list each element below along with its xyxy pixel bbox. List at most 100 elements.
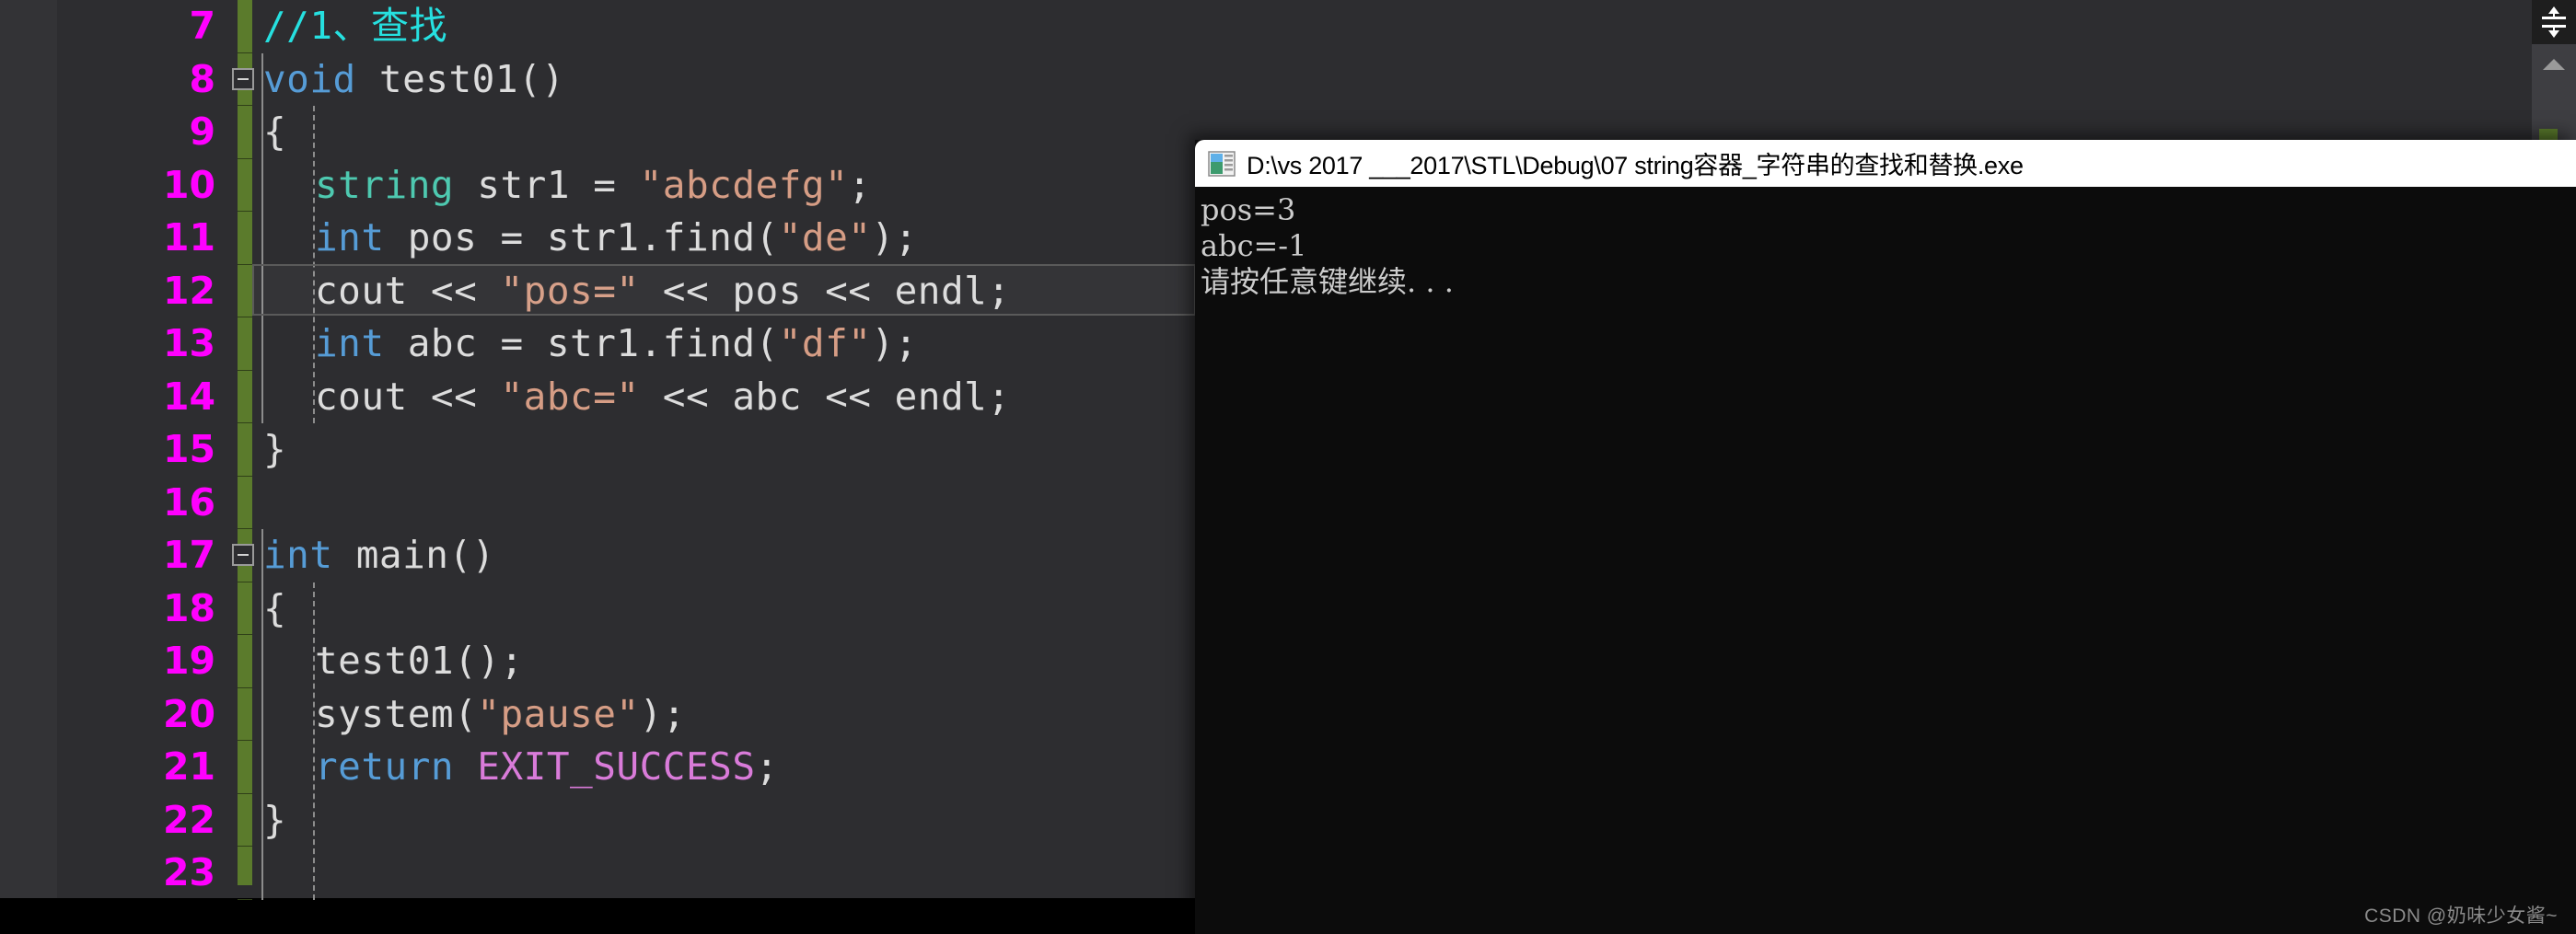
change-bar-segment: [238, 317, 252, 371]
code-token: main(): [332, 533, 495, 577]
console-window[interactable]: D:\vs 2017 ___2017\STL\Debug\07 string容器…: [1195, 140, 2576, 934]
code-token: cout <<: [315, 374, 501, 419]
change-bar-segment: [238, 794, 252, 847]
code-token: abc = str1.find(: [384, 321, 779, 365]
console-output[interactable]: pos=3 abc=-1 请按任意键继续. . .: [1195, 187, 2576, 934]
line-number: 15: [162, 427, 215, 471]
code-token: "de": [778, 215, 872, 259]
code-line[interactable]: //1、查找: [252, 0, 2576, 53]
change-bar-segment: [238, 741, 252, 794]
change-indicator-bar: [238, 0, 252, 900]
line-number: 22: [162, 797, 215, 842]
code-fold-toggle[interactable]: [232, 67, 254, 90]
code-token: pos = str1.find(: [384, 215, 779, 259]
block-structure-guide: [261, 52, 263, 423]
block-structure-guide: [261, 529, 263, 900]
code-token: str1 =: [454, 162, 640, 207]
scroll-up-arrow-icon: [2543, 59, 2565, 70]
line-number: 7: [189, 4, 215, 48]
line-number: 9: [189, 110, 215, 154]
code-line-text: void test01(): [252, 53, 564, 107]
code-fold-toggle[interactable]: [232, 544, 254, 566]
change-bar-segment: [238, 371, 252, 423]
change-bar-segment: [238, 847, 252, 900]
screenshot-root: 7 8 9 10 11 12 13 14 15 16 17 18 19 20 21 22 23 //1、查找 vo…: [0, 0, 2576, 934]
console-titlebar[interactable]: D:\vs 2017 ___2017\STL\Debug\07 string容器…: [1195, 140, 2576, 187]
line-number: 14: [162, 374, 215, 419]
console-window-title: D:\vs 2017 ___2017\STL\Debug\07 string容器…: [1247, 152, 2024, 179]
code-token: int: [263, 533, 333, 577]
code-token: "df": [778, 321, 872, 365]
code-token: EXIT_SUCCESS: [477, 744, 756, 789]
code-token: "pause": [477, 691, 640, 736]
code-token: }: [263, 797, 287, 842]
code-token: );: [639, 691, 686, 736]
code-token: test01();: [315, 639, 524, 683]
split-view-icon: [2542, 6, 2566, 38]
change-bar-segment: [238, 582, 252, 635]
code-token: {: [263, 110, 287, 154]
line-number: 16: [162, 479, 215, 525]
change-bar-segment: [238, 212, 252, 265]
watermark: CSDN @奶味少女酱~: [2364, 905, 2558, 927]
line-number: 11: [162, 215, 215, 259]
line-number: 21: [162, 744, 215, 789]
change-bar-segment: [238, 265, 252, 317]
change-bar-segment: [238, 423, 252, 477]
code-token: << abc << endl;: [639, 374, 1011, 419]
code-token: cout <<: [315, 268, 501, 313]
code-line-text: system("pause");: [304, 688, 686, 742]
editor-left-margin: [0, 0, 57, 898]
code-token: ;: [755, 744, 779, 789]
code-line-text: int pos = str1.find("de");: [304, 212, 918, 265]
code-token: //1、查找: [263, 4, 448, 48]
line-number: 10: [162, 162, 215, 207]
line-number: 23: [162, 850, 215, 894]
code-line-text: {: [252, 582, 286, 636]
console-output-line: 请按任意键继续. . .: [1201, 264, 1454, 299]
code-line-text: test01();: [304, 635, 524, 688]
code-line-text: }: [252, 794, 286, 848]
code-token: return: [315, 744, 455, 789]
code-token: << pos << endl;: [639, 268, 1011, 313]
code-token: {: [263, 585, 287, 630]
line-number: 12: [162, 268, 215, 313]
change-bar-segment: [238, 635, 252, 688]
change-bar-segment: [238, 477, 252, 529]
code-token: }: [263, 427, 287, 471]
code-line-text: //1、查找: [252, 0, 447, 53]
indent-guide: [313, 106, 315, 423]
code-token: int: [315, 215, 385, 259]
code-line-text: [252, 477, 263, 530]
console-output-line: abc=-1: [1201, 228, 1307, 263]
line-number: 18: [162, 585, 215, 630]
line-number: 13: [162, 321, 215, 365]
code-token: );: [871, 215, 918, 259]
code-line-text: cout << "abc=" << abc << endl;: [304, 371, 1011, 424]
code-line-text: return EXIT_SUCCESS;: [304, 741, 779, 794]
line-number-gutter: 7 8 9 10 11 12 13 14 15 16 17 18 19 20 21 22 23: [57, 0, 238, 898]
code-line-text: }: [252, 423, 286, 477]
code-token: );: [871, 321, 918, 365]
line-number: 20: [162, 691, 215, 736]
code-token: system(: [315, 691, 478, 736]
change-bar-segment: [238, 688, 252, 741]
scroll-up-button[interactable]: [2532, 44, 2576, 85]
split-view-button[interactable]: [2532, 0, 2576, 44]
code-token: int: [315, 321, 385, 365]
line-number: 8: [189, 56, 215, 101]
code-token: "abcdefg": [639, 162, 849, 207]
code-line[interactable]: void test01(): [232, 53, 2576, 107]
code-token: ;: [848, 162, 872, 207]
code-token: void: [263, 56, 356, 101]
change-bar-segment: [238, 159, 252, 212]
code-line-text: {: [252, 106, 286, 159]
code-line-text: string str1 = "abcdefg";: [304, 159, 871, 213]
code-token: "pos=": [500, 268, 640, 313]
code-token: test01(): [355, 56, 565, 101]
change-bar-segment: [238, 106, 252, 159]
console-output-line: pos=3: [1201, 192, 1296, 227]
line-number: 17: [162, 533, 215, 577]
change-bar-segment: [238, 0, 252, 53]
